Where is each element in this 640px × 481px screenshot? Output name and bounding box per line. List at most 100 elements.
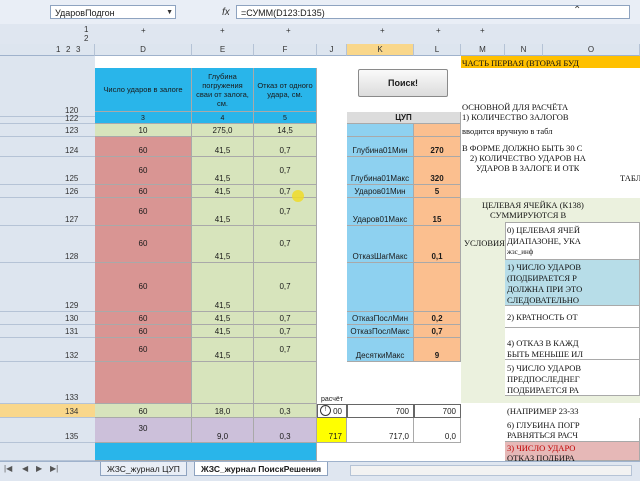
param-value[interactable]: 0,2 <box>414 312 461 325</box>
header-strikes[interactable]: Число ударов в залоге <box>95 68 192 112</box>
outline-expand-icon[interactable]: + <box>436 26 441 35</box>
cell-l135[interactable]: 0,0 <box>414 418 461 443</box>
select-all-corner[interactable]: 1 2 3 <box>0 44 95 56</box>
search-button[interactable]: Поиск! <box>358 69 448 97</box>
formula-input[interactable]: =СУММ(D123:D135) <box>236 5 630 19</box>
header-refusal[interactable]: Отказ от одного удара, см. <box>254 68 317 112</box>
row-header[interactable]: 126 <box>0 185 95 198</box>
cell-k135[interactable]: 717,0 <box>347 418 414 443</box>
outline-expand-icon[interactable]: + <box>141 26 146 35</box>
cell-f123[interactable]: 14,5 <box>254 124 317 137</box>
cell-d135[interactable]: 30 <box>95 418 192 443</box>
outline-level-1[interactable]: 1 <box>84 25 88 34</box>
cell-f124[interactable]: 0,7 <box>254 137 317 157</box>
row-header[interactable]: 135 <box>0 418 95 443</box>
cell-f131[interactable]: 0,7 <box>254 325 317 338</box>
cell-f127[interactable]: 0,7 <box>254 198 317 226</box>
cell-f128[interactable]: 0,7 <box>254 226 317 263</box>
column-header-l[interactable]: L <box>414 44 461 56</box>
blank-cell[interactable] <box>95 56 317 68</box>
cell-d127[interactable]: 60 <box>95 198 192 226</box>
next-sheet-icon[interactable]: ▶ <box>36 464 42 473</box>
row-header[interactable]: 127 <box>0 198 95 226</box>
cell-e132[interactable]: 41,5 <box>192 338 254 362</box>
tab-zhzs-poisk[interactable]: ЖЗС_журнал ПоискРешения <box>194 462 329 476</box>
cell-d131[interactable]: 60 <box>95 325 192 338</box>
cell-d125[interactable]: 60 <box>95 157 192 185</box>
cell-k134[interactable]: 700 <box>347 404 414 418</box>
row-header[interactable]: 131 <box>0 325 95 338</box>
row-header[interactable]: 124 <box>0 137 95 157</box>
outline-level-2[interactable]: 2 <box>84 34 88 43</box>
cell-e129[interactable]: 41,5 <box>192 263 254 312</box>
param-value[interactable]: 15 <box>414 198 461 226</box>
cell-d128[interactable]: 60 <box>95 226 192 263</box>
cell-f132[interactable]: 0,7 <box>254 338 317 362</box>
cell-d123[interactable]: 10 <box>95 124 192 137</box>
cell-f129[interactable]: 0,7 <box>254 263 317 312</box>
cell-f134[interactable]: 0,3 <box>254 404 317 418</box>
tab-zhzs-cup[interactable]: ЖЗС_журнал ЦУП <box>100 462 187 476</box>
row-header[interactable]: 123 <box>0 124 95 137</box>
column-header-d[interactable]: D <box>95 44 192 56</box>
column-header-n[interactable]: N <box>505 44 543 56</box>
cell-j134[interactable]: ! 00 <box>317 404 347 418</box>
warning-icon[interactable]: ! <box>320 405 332 416</box>
outline-expand-icon[interactable]: + <box>286 26 291 35</box>
cell-e127[interactable]: 41,5 <box>192 198 254 226</box>
cell-e131[interactable]: 41,5 <box>192 325 254 338</box>
cell-d124[interactable]: 60 <box>95 137 192 157</box>
cell-e130[interactable]: 41,5 <box>192 312 254 325</box>
header-depth[interactable]: Глубина погружения сваи от залога, см. <box>192 68 254 112</box>
param-value[interactable]: 270 <box>414 137 461 157</box>
param-value[interactable]: 320 <box>414 157 461 185</box>
row-header[interactable]: 133 <box>0 362 95 404</box>
cell-f135[interactable]: 0,3 <box>254 418 317 443</box>
column-header-k[interactable]: K <box>347 44 414 56</box>
cell-d130[interactable]: 60 <box>95 312 192 325</box>
cell-d126[interactable]: 60 <box>95 185 192 198</box>
outline-expand-icon[interactable]: + <box>480 26 485 35</box>
cell-j135[interactable]: 717 <box>317 418 347 443</box>
cell-f133[interactable] <box>254 362 317 404</box>
first-sheet-icon[interactable]: |◀ <box>4 464 12 473</box>
cell-d129[interactable]: 60 <box>95 263 192 312</box>
cell-d134[interactable]: 60 <box>95 404 192 418</box>
cell-e134[interactable]: 18,0 <box>192 404 254 418</box>
collapse-formula-icon[interactable]: ⌃ <box>573 5 581 16</box>
cell-e135[interactable]: 9,0 <box>192 418 254 443</box>
cell-d132[interactable]: 60 <box>95 338 192 362</box>
row-header[interactable]: 132 <box>0 338 95 362</box>
row-header[interactable] <box>0 443 95 461</box>
row-header[interactable]: 122 <box>0 112 95 124</box>
cell-f130[interactable]: 0,7 <box>254 312 317 325</box>
outline-row-level-3[interactable]: 3 <box>76 44 80 56</box>
fx-icon[interactable]: fx <box>222 7 230 18</box>
outline-row-level-2[interactable]: 2 <box>66 44 70 56</box>
cell-e126[interactable]: 41,5 <box>192 185 254 198</box>
cell-e133[interactable] <box>192 362 254 404</box>
param-value[interactable]: 0,7 <box>414 325 461 338</box>
last-sheet-icon[interactable]: ▶| <box>50 464 58 473</box>
row-header[interactable]: 134 <box>0 404 95 418</box>
row-header[interactable]: 128 <box>0 226 95 263</box>
column-header-f[interactable]: F <box>254 44 317 56</box>
cell-l134[interactable]: 700 <box>414 404 461 418</box>
name-box[interactable]: УдаровПодгон ▼ <box>50 5 176 19</box>
param-value[interactable]: 5 <box>414 185 461 198</box>
row-header[interactable]: 130 <box>0 312 95 325</box>
param-value[interactable]: 0,1 <box>414 226 461 263</box>
column-header-e[interactable]: E <box>192 44 254 56</box>
cell-f126[interactable]: 0,7 <box>254 185 317 198</box>
cell-f125[interactable]: 0,7 <box>254 157 317 185</box>
row-header[interactable]: 129 <box>0 263 95 312</box>
cell-e125[interactable]: 41,5 <box>192 157 254 185</box>
param-value[interactable]: 9 <box>414 338 461 362</box>
column-header-j[interactable]: J <box>317 44 347 56</box>
column-header-o[interactable]: O <box>543 44 640 56</box>
cell-e123[interactable]: 275,0 <box>192 124 254 137</box>
prev-sheet-icon[interactable]: ◀ <box>22 464 28 473</box>
cell-e128[interactable]: 41,5 <box>192 226 254 263</box>
column-header-m[interactable]: M <box>461 44 505 56</box>
outline-expand-icon[interactable]: + <box>380 26 385 35</box>
